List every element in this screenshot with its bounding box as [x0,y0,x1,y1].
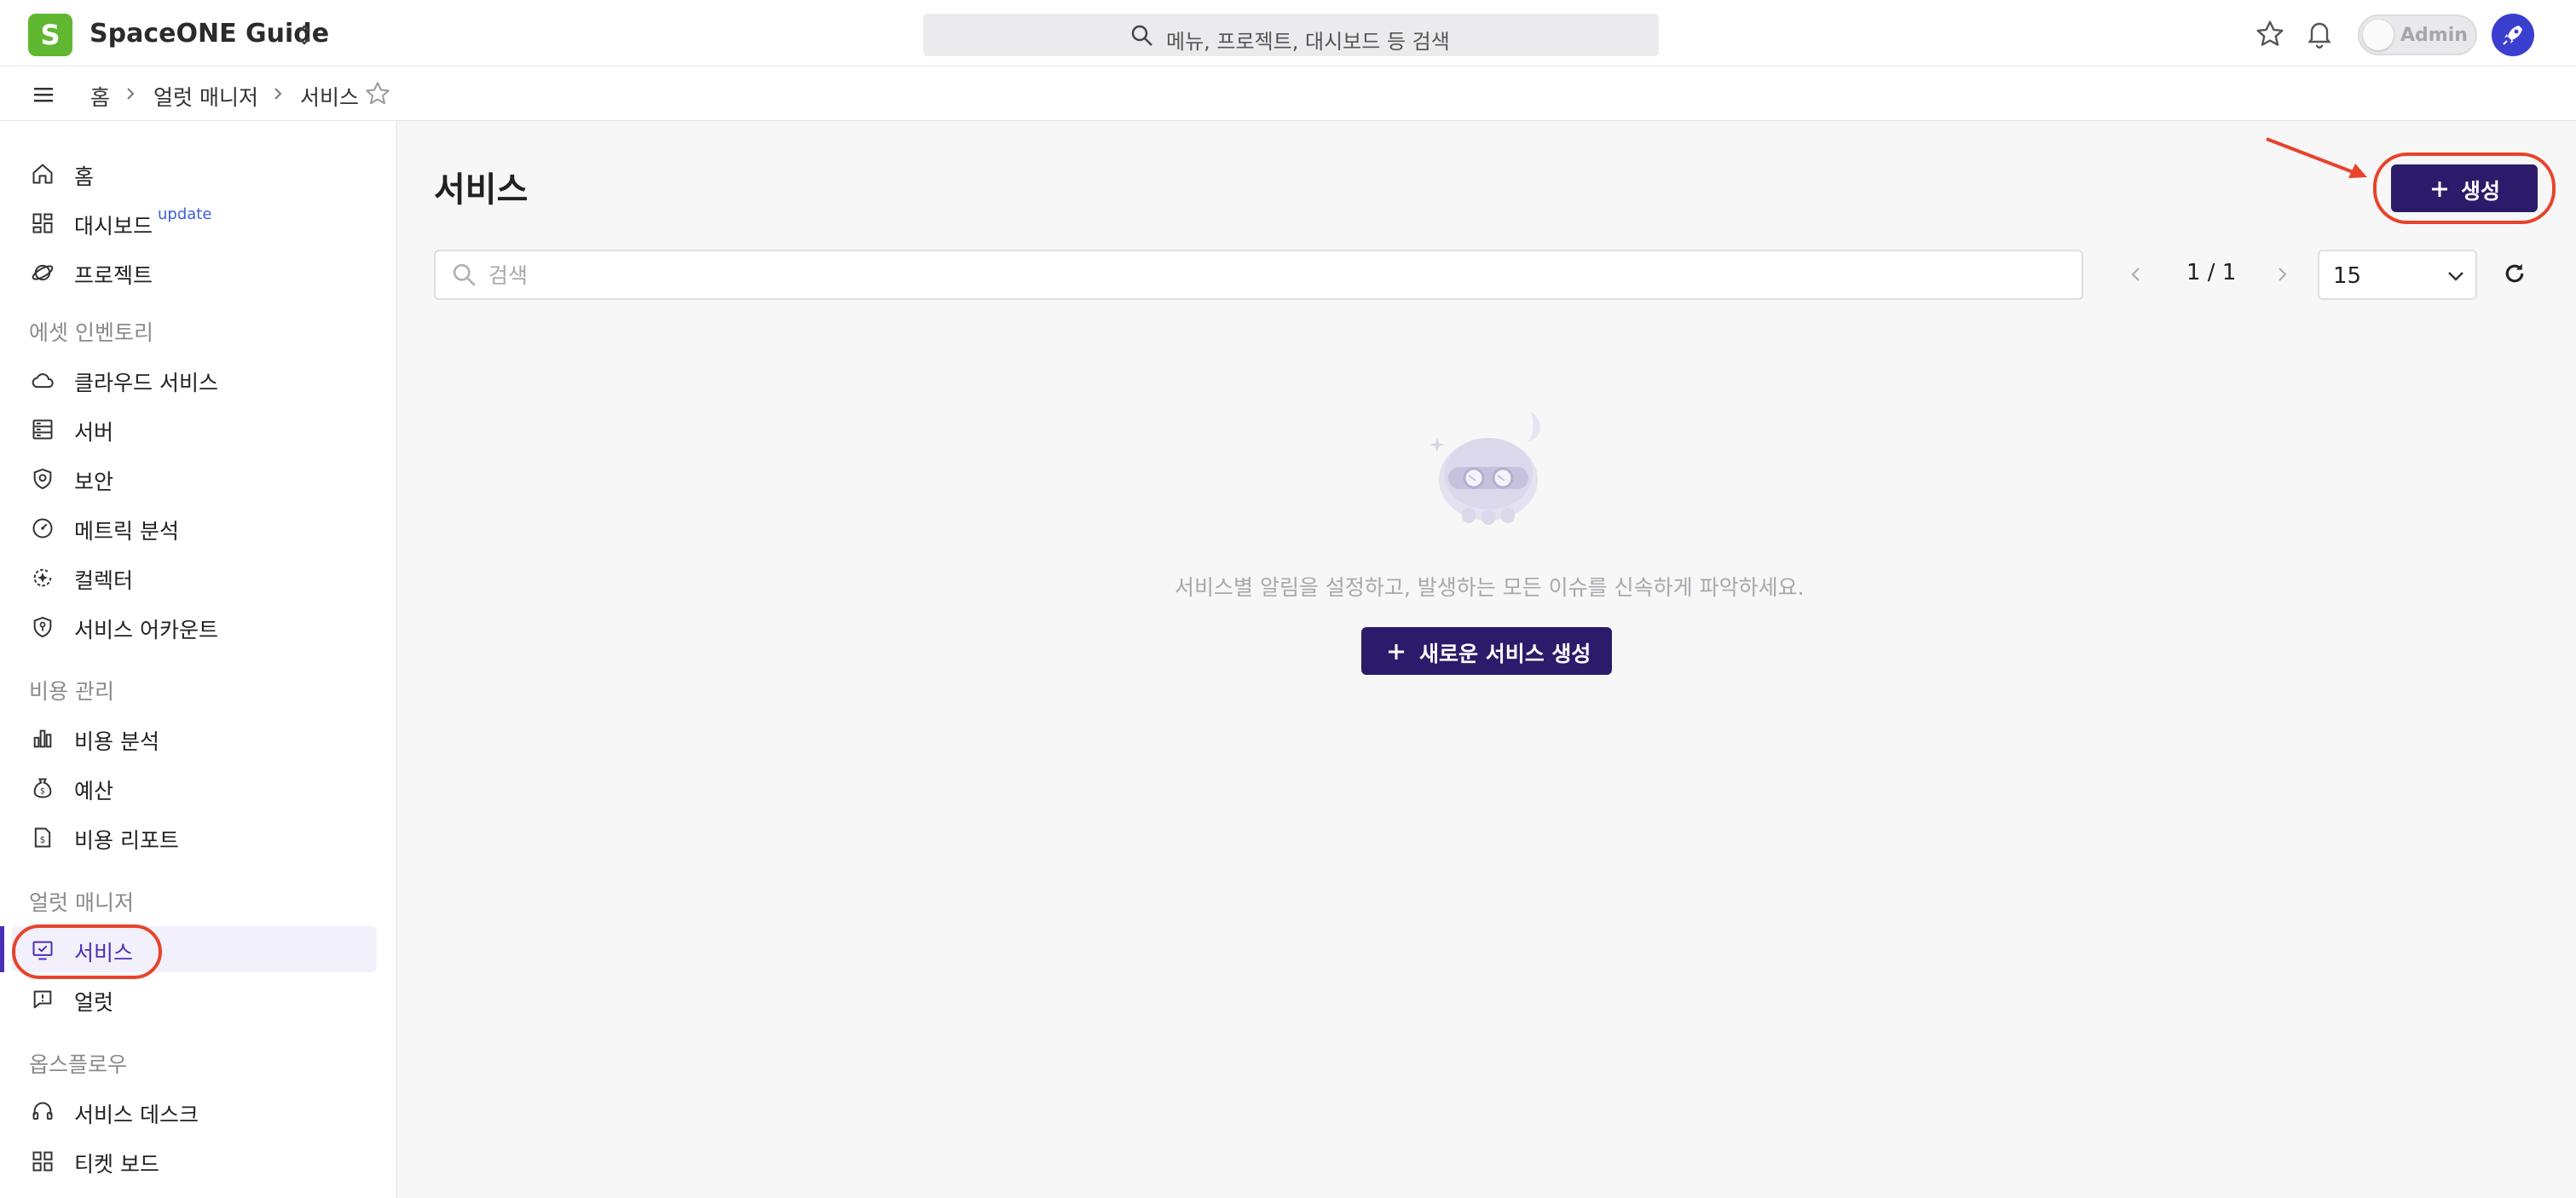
sidebar-item-label: 서비스 어카운트 [74,618,218,642]
sidebar-item-budget[interactable]: $ 예산 [0,764,397,810]
sidebar-item-cost-analysis[interactable]: 비용 분석 [0,715,397,761]
workspace-logo[interactable]: S [28,14,72,56]
admin-mode-toggle[interactable]: Admin [2358,14,2477,55]
bar-chart-icon [33,729,52,748]
favorite-star-icon[interactable] [364,80,391,107]
money-bag-icon: $ [33,778,52,798]
toggle-knob [2363,20,2394,50]
sidebar-item-service-desk[interactable]: 서비스 데스크 [0,1088,397,1134]
svg-text:$: $ [40,835,46,845]
sidebar: 홈 대시보드 update 프로젝트 에셋 인벤토리 클라우드 서비스 서버 보… [0,121,397,1198]
sidebar-item-project[interactable]: 프로젝트 [0,249,397,295]
svg-text:$: $ [40,786,45,796]
notification-bell-icon[interactable] [2304,19,2335,49]
sidebar-section-title: 에셋 인벤토리 [29,320,153,345]
update-badge: update [158,205,212,223]
project-icon [32,264,54,281]
sidebar-item-security[interactable]: 보안 [0,455,397,501]
menu-hamburger-icon[interactable] [32,85,56,104]
breadcrumb-current: 서비스 [300,85,360,110]
create-button[interactable]: 생성 [2391,164,2538,212]
sidebar-section-title: 비용 관리 [29,679,114,704]
server-icon [32,419,53,440]
chevron-right-icon [127,88,135,100]
sidebar-item-label: 티켓 보드 [74,1152,159,1177]
search-icon [453,263,476,286]
admin-label: Admin [2400,25,2468,46]
refresh-icon[interactable] [2502,261,2527,286]
workspace-name[interactable]: SpaceONE Guide [90,19,329,49]
shield-icon [33,468,52,490]
sidebar-item-label: 대시보드 [74,214,153,239]
sidebar-item-ticket-board[interactable]: 티켓 보드 [0,1138,397,1184]
sidebar-item-label: 비용 리포트 [74,828,179,853]
sidebar-item-alert[interactable]: 얼럿 [0,976,397,1022]
sidebar-section-title: 얼럿 매니저 [29,890,134,915]
page-size-value: 15 [2333,263,2362,289]
sidebar-item-label: 클라우드 서비스 [74,371,218,395]
headset-icon [32,1102,53,1120]
dashboard-icon [32,213,53,233]
alert-message-icon [33,990,52,1009]
sidebar-item-server[interactable]: 서버 [0,406,397,452]
sidebar-item-metric-analysis[interactable]: 메트릭 분석 [0,504,397,550]
new-service-button[interactable]: 새로운 서비스 생성 [1361,627,1612,675]
service-search-box[interactable] [434,250,2083,300]
active-indicator [0,926,4,972]
sidebar-item-label: 얼럿 [74,990,114,1015]
favorites-star-icon[interactable] [2255,19,2285,49]
sidebar-item-dashboard[interactable]: 대시보드 update [0,199,397,245]
annotation-circle-sidebar [12,924,162,979]
global-nav-bar: S SpaceONE Guide 메뉴, 프로젝트, 대시보드 등 검색 Adm… [0,0,2576,66]
home-icon [32,164,53,184]
search-icon [1131,25,1152,46]
user-avatar[interactable] [2492,14,2534,56]
gauge-icon [32,518,53,539]
chevron-right-icon [274,88,282,100]
workspace-switch-icon[interactable] [295,20,314,49]
chevron-right-icon[interactable] [2272,262,2292,286]
sidebar-item-collector[interactable]: 컬렉터 [0,554,397,600]
sidebar-item-label: 홈 [74,164,95,189]
breadcrumb-bar: 홈 얼럿 매니저 서비스 [0,66,2576,121]
empty-state-message: 서비스별 알림을 설정하고, 발생하는 모든 이슈를 신속하게 파악하세요. [1175,575,1805,600]
breadcrumb-alert-manager[interactable]: 얼럿 매니저 [153,81,258,112]
new-service-button-label: 새로운 서비스 생성 [1419,642,1591,666]
key-shield-icon [33,616,52,638]
sidebar-item-label: 컬렉터 [74,568,134,593]
page-title: 서비스 [434,170,528,210]
chevron-left-icon[interactable] [2126,262,2146,286]
plus-icon [2432,181,2447,197]
pagination-text: 1 / 1 [2186,260,2237,285]
global-search-bar[interactable]: 메뉴, 프로젝트, 대시보드 등 검색 [923,14,1659,56]
sidebar-item-label: 프로젝트 [74,263,153,288]
sidebar-item-service-account[interactable]: 서비스 어카운트 [0,603,397,649]
rocket-icon [2503,26,2522,45]
sidebar-item-label: 서버 [74,420,114,445]
service-search-input[interactable] [488,262,2023,289]
sidebar-item-label: 보안 [74,469,114,494]
sidebar-item-label: 비용 분석 [74,729,159,754]
page-size-select[interactable]: 15 [2318,250,2477,300]
sidebar-item-label: 서비스 데스크 [74,1103,199,1127]
sidebar-item-cloud-service[interactable]: 클라우드 서비스 [0,356,397,402]
board-icon [32,1151,53,1172]
breadcrumb-home[interactable]: 홈 [90,81,110,112]
plus-icon [1389,644,1404,659]
cloud-icon [32,373,54,389]
sidebar-item-home[interactable]: 홈 [0,150,397,196]
sidebar-item-cost-report[interactable]: $ 비용 리포트 [0,814,397,860]
report-icon: $ [34,827,51,848]
collector-icon [33,568,52,587]
chevron-down-icon [2448,272,2463,281]
sidebar-item-label: 예산 [74,779,114,803]
create-button-label: 생성 [2461,179,2501,204]
global-search-placeholder: 메뉴, 프로젝트, 대시보드 등 검색 [1166,30,1450,54]
annotation-arrow-icon [2266,137,2367,178]
sidebar-section-title: 옵스플로우 [29,1052,128,1077]
empty-state-robot-icon [1430,412,1540,525]
sidebar-item-label: 메트릭 분석 [74,519,179,544]
